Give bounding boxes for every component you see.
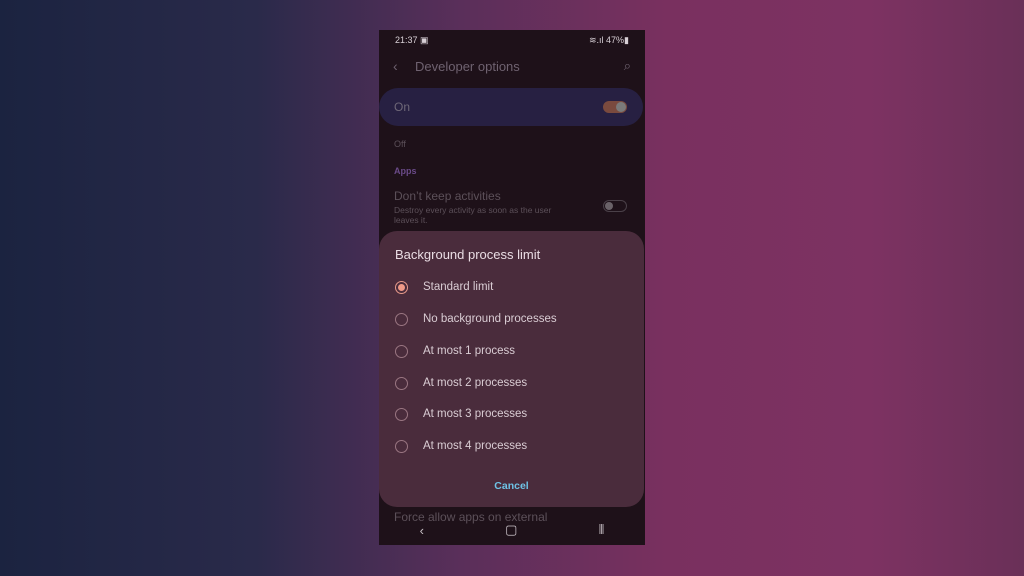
option-no-background[interactable]: No background processes (379, 305, 644, 333)
search-icon[interactable]: ⌕ (624, 58, 631, 74)
clock: 21:37 (395, 34, 418, 45)
option-label: At most 1 process (423, 345, 516, 357)
option-label: At most 3 processes (423, 408, 528, 420)
battery-level: 47% (606, 34, 625, 45)
battery-icon: ▮ (624, 34, 629, 45)
back-nav-icon[interactable]: ‹ (420, 523, 424, 538)
status-bar: 21:37 ▣ ≋.ıl 47%▮ (379, 30, 645, 50)
radio-button[interactable] (395, 407, 408, 421)
toggle-label: On (394, 100, 411, 114)
radio-button[interactable] (395, 439, 408, 453)
developer-options-toggle-row[interactable]: On (379, 88, 643, 126)
radio-button[interactable] (395, 312, 408, 326)
setting-description: Destroy every activity as soon as the us… (394, 205, 552, 225)
cancel-button[interactable]: Cancel (379, 480, 644, 492)
option-label: Standard limit (423, 281, 494, 293)
radio-button[interactable] (395, 344, 408, 358)
option-label: No background processes (423, 313, 557, 325)
background-process-limit-dialog: Background process limit Standard limit … (379, 231, 644, 507)
master-toggle[interactable] (603, 101, 627, 113)
option-at-most-3[interactable]: At most 3 processes (379, 400, 644, 428)
app-bar: ‹ Developer options ⌕ (379, 54, 645, 78)
option-at-most-1[interactable]: At most 1 process (379, 337, 644, 365)
radio-button[interactable] (395, 376, 408, 390)
setting-title: Don’t keep activities (394, 189, 501, 203)
phone-screen: 21:37 ▣ ≋.ıl 47%▮ ‹ Developer options ⌕ … (379, 30, 645, 545)
option-at-most-2[interactable]: At most 2 processes (379, 369, 644, 397)
dialog-title: Background process limit (395, 247, 541, 262)
recents-nav-icon[interactable]: ⦀ (599, 522, 605, 538)
radio-button[interactable] (395, 280, 408, 294)
option-standard-limit[interactable]: Standard limit (379, 273, 644, 301)
wifi-signal-icon: ≋.ıl (588, 34, 604, 45)
section-header: Apps (394, 166, 417, 176)
option-label: At most 4 processes (423, 440, 528, 452)
off-text: Off (394, 139, 406, 149)
back-arrow-icon[interactable]: ‹ (393, 58, 398, 74)
home-nav-icon[interactable]: ▢ (505, 522, 517, 538)
option-label: At most 2 processes (423, 377, 528, 389)
navigation-bar: ‹ ▢ ⦀ (379, 515, 645, 545)
gallery-notification-icon: ▣ (420, 34, 429, 45)
page-title: Developer options (415, 58, 520, 74)
option-at-most-4[interactable]: At most 4 processes (379, 432, 644, 460)
dont-keep-activities-toggle[interactable] (603, 200, 627, 212)
